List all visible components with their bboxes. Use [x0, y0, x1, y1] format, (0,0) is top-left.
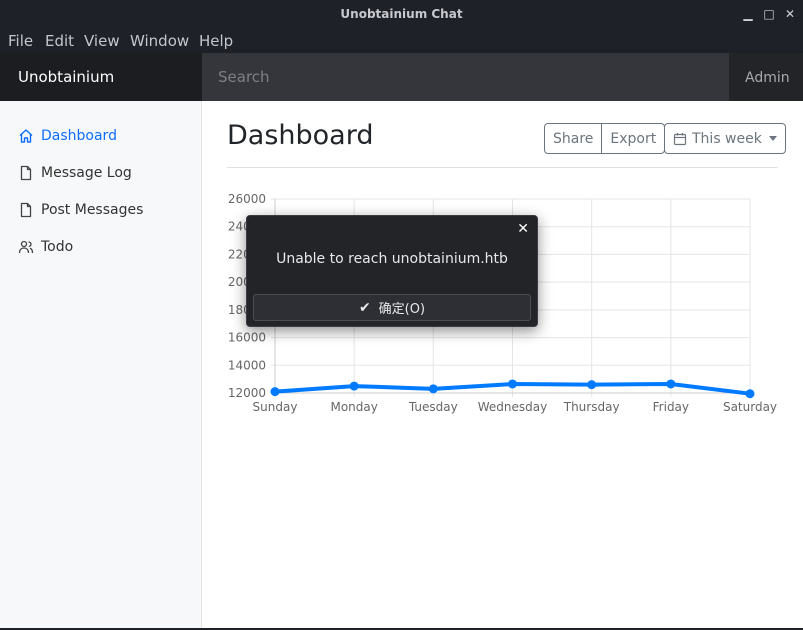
y-tick-label: 12000	[228, 386, 266, 400]
user-link[interactable]: Admin	[729, 53, 803, 101]
main-content: Dashboard Share Export This week 12000 14…	[202, 101, 803, 628]
menu-file[interactable]: File	[8, 32, 33, 50]
error-dialog: ✕ Unable to reach unobtainium.htb ✔ 确定(O…	[246, 215, 538, 327]
sidebar-item-todo[interactable]: Todo	[18, 237, 73, 257]
page-title: Dashboard	[227, 120, 374, 151]
ok-button-label: 确定(O)	[378, 302, 426, 317]
header-divider	[227, 167, 778, 168]
sidebar-item-label: Todo	[41, 239, 74, 255]
home-icon	[19, 129, 33, 143]
menu-edit[interactable]: Edit	[45, 32, 74, 50]
window-title: Unobtainium Chat	[340, 7, 463, 21]
data-point	[508, 379, 517, 389]
toolbar-button-group: Share Export	[544, 123, 666, 154]
period-label: This week	[692, 130, 762, 147]
dialog-message: Unable to reach unobtainium.htb	[276, 251, 508, 267]
export-button[interactable]: Export	[602, 123, 666, 154]
share-button[interactable]: Share	[544, 123, 603, 154]
y-tick-label: 26000	[228, 192, 266, 206]
y-tick-label: 16000	[228, 331, 266, 345]
x-tick-label: Wednesday	[478, 400, 547, 414]
sidebar: Dashboard Message Log Post Messages Todo	[0, 101, 202, 628]
data-point	[428, 384, 438, 394]
x-tick-label: Sunday	[253, 400, 298, 414]
x-tick-label: Monday	[330, 400, 377, 414]
data-point	[587, 380, 597, 390]
search-input[interactable]	[202, 53, 729, 101]
data-point	[745, 389, 755, 399]
x-tick-label: Friday	[653, 400, 689, 414]
y-tick-label: 14000	[228, 358, 266, 372]
file-icon	[20, 202, 32, 218]
data-point	[666, 379, 676, 389]
brand-name[interactable]: Unobtainium	[0, 53, 202, 101]
app-header: Unobtainium Admin	[0, 53, 803, 101]
calendar-icon	[673, 132, 687, 145]
sidebar-item-label: Post Messages	[41, 202, 144, 218]
menu-bar: File Edit View Window Help	[0, 28, 803, 53]
close-icon[interactable]: ✕	[517, 221, 529, 237]
x-tick-label: Tuesday	[408, 400, 458, 414]
sidebar-item-post-messages[interactable]: Post Messages	[18, 200, 143, 220]
check-icon: ✔	[358, 299, 371, 316]
menu-view[interactable]: View	[84, 32, 120, 50]
x-tick-label: Saturday	[723, 400, 777, 414]
minimize-icon[interactable]: ▁	[740, 6, 756, 22]
sidebar-item-label: Dashboard	[41, 128, 117, 144]
x-tick-label: Thursday	[563, 400, 620, 414]
sidebar-item-dashboard[interactable]: Dashboard	[18, 126, 117, 146]
data-point	[349, 381, 359, 391]
sidebar-item-label: Message Log	[41, 165, 132, 181]
sidebar-item-message-log[interactable]: Message Log	[18, 163, 132, 183]
data-point	[270, 387, 280, 397]
ok-button[interactable]: ✔ 确定(O)	[253, 294, 531, 321]
close-window-icon[interactable]: ✕	[782, 6, 798, 22]
menu-help[interactable]: Help	[199, 32, 233, 50]
window-titlebar: Unobtainium Chat ▁ □ ✕	[0, 0, 803, 28]
file-icon	[20, 165, 32, 181]
chevron-down-icon	[768, 136, 777, 141]
maximize-icon[interactable]: □	[761, 6, 777, 22]
menu-window[interactable]: Window	[130, 32, 189, 50]
period-dropdown[interactable]: This week	[664, 123, 786, 154]
users-icon	[18, 240, 34, 254]
